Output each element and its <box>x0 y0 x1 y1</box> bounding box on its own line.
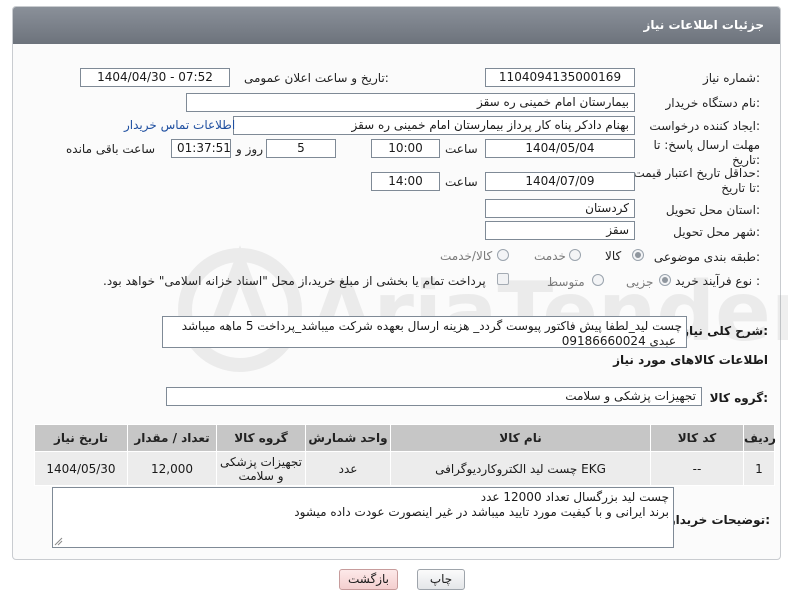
goods-section-title: اطلاعات کالاهای مورد نیاز <box>613 353 768 367</box>
buyer-notes-label: توضیحات خریدار: <box>668 513 770 527</box>
description-textarea: چست لید_لطفا پیش فاکتور پیوست گردد_ هزین… <box>162 316 687 348</box>
city-label: شهر محل تحویل: <box>673 225 760 239</box>
category-option-goods: کالا <box>605 249 622 263</box>
announce-label: تاریخ و ساعت اعلان عمومی: <box>244 71 389 85</box>
requester-label: ایجاد کننده درخواست: <box>649 119 760 133</box>
process-option-medium: متوسط <box>547 275 585 289</box>
announce-datetime-field: 1404/04/30 - 07:52 <box>80 68 230 87</box>
cell-quantity: 12,000 <box>127 451 217 486</box>
days-remaining-field: 5 <box>266 139 336 158</box>
need-number-field: 1104094135000169 <box>485 68 635 87</box>
print-button[interactable]: چاپ <box>417 569 465 590</box>
cell-goods-name: چست لید الکتروکاردیوگرافی EKG <box>390 451 651 486</box>
remaining-label: ساعت باقی مانده <box>66 142 156 156</box>
deadline-time-label: ساعت <box>445 142 478 156</box>
col-row: ردیف <box>743 424 776 452</box>
validity-label-2: تا تاریخ: <box>721 181 760 195</box>
cell-goods-group: تجهیزات پزشکی و سلامت <box>216 451 306 486</box>
province-label: استان محل تحویل: <box>665 203 760 217</box>
cell-need-date: 1404/05/30 <box>34 451 128 486</box>
back-button[interactable]: بازگشت <box>339 569 398 590</box>
goods-group-label: گروه کالا: <box>709 391 768 405</box>
deadline-label-1: مهلت ارسال پاسخ: تا <box>653 138 760 152</box>
goods-group-field: تجهیزات پزشکی و سلامت <box>166 387 702 406</box>
col-goods-group: گروه کالا <box>216 424 306 452</box>
col-goods-code: کد کالا <box>650 424 744 452</box>
buyer-notes-line-2: برند ایرانی و با کیفیت مورد تایید میباشد… <box>294 505 669 519</box>
need-number-label: شماره نیاز: <box>702 71 760 85</box>
validity-label-1: حداقل تاریخ اعتبار قیمت: <box>633 166 760 180</box>
category-radio-goods[interactable] <box>632 249 644 261</box>
buyer-contact-link[interactable]: اطلاعات تماس خریدار <box>124 118 235 132</box>
remaining-time-field: 01:37:51 <box>171 139 231 158</box>
validity-date-field: 1404/07/09 <box>485 172 635 191</box>
cell-goods-code: -- <box>650 451 744 486</box>
deadline-label-2: تاریخ: <box>732 153 760 167</box>
description-label: شرح کلی نیاز: <box>682 324 768 338</box>
deadline-time-field: 10:00 <box>371 139 440 158</box>
city-field: سقز <box>485 221 635 240</box>
process-option-minor: جزیی <box>626 275 654 289</box>
category-radio-service[interactable] <box>569 249 581 261</box>
category-option-both: کالا/خدمت <box>440 249 493 263</box>
table-row: 1404/05/30 12,000 تجهیزات پزشکی و سلامت … <box>34 451 775 486</box>
process-radio-minor[interactable] <box>659 274 671 286</box>
category-option-service: خدمت <box>534 249 566 263</box>
panel-title: جزئیات اطلاعات نیاز <box>643 18 764 32</box>
buyer-org-label: نام دستگاه خریدار: <box>665 96 761 110</box>
col-unit: واحد شمارش <box>305 424 391 452</box>
buyer-org-field: بیمارستان امام خمینی ره سقز <box>186 93 635 112</box>
cell-unit: عدد <box>305 451 391 486</box>
buyer-notes-textarea: چست لید بزرگسال تعداد 12000 عدد برند ایر… <box>52 487 674 548</box>
table-header-row: تاریخ نیاز تعداد / مقدار گروه کالا واحد … <box>34 424 776 452</box>
process-radio-medium[interactable] <box>592 274 604 286</box>
category-radio-both[interactable] <box>497 249 509 261</box>
province-field: کردستان <box>485 199 635 218</box>
process-label: نوع فرآیند خرید : <box>675 274 760 288</box>
requester-field: بهنام دادکر پناه کار پرداز بیمارستان اما… <box>233 116 635 135</box>
col-goods-name: نام کالا <box>390 424 651 452</box>
deadline-date-field: 1404/05/04 <box>485 139 635 158</box>
cell-row: 1 <box>743 451 775 486</box>
buyer-notes-line-1: چست لید بزرگسال تعداد 12000 عدد <box>480 490 669 504</box>
goods-table: تاریخ نیاز تعداد / مقدار گروه کالا واحد … <box>34 424 776 486</box>
treasury-payment-checkbox[interactable] <box>497 273 509 285</box>
resize-grip-icon[interactable] <box>54 537 63 546</box>
treasury-payment-note: پرداخت تمام یا بخشی از مبلغ خرید،از محل … <box>103 274 486 288</box>
col-need-date: تاریخ نیاز <box>34 424 128 452</box>
validity-time-label: ساعت <box>445 175 478 189</box>
validity-time-field: 14:00 <box>371 172 440 191</box>
col-quantity: تعداد / مقدار <box>127 424 217 452</box>
days-label: روز و <box>236 142 263 156</box>
category-label: طبقه بندی موضوعی: <box>653 250 760 264</box>
